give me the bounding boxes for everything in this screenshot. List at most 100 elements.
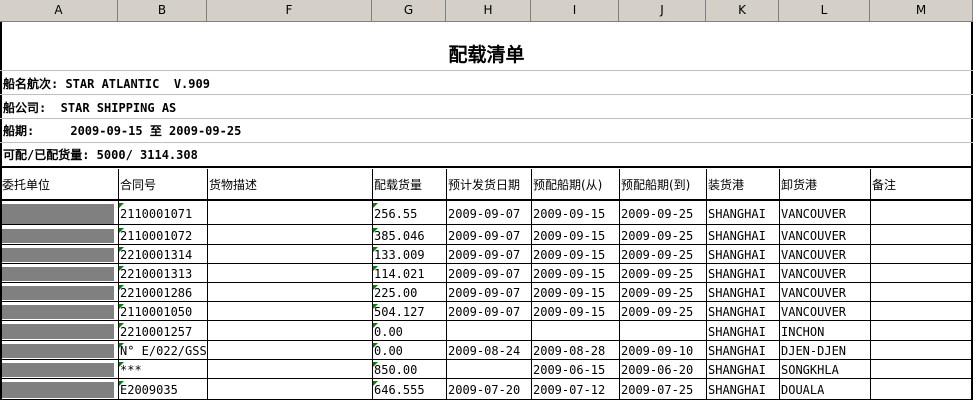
qty-cell[interactable]: 0.00 (372, 342, 446, 360)
column-header-g[interactable]: G (372, 0, 446, 21)
qty-cell[interactable]: 646.555 (372, 380, 446, 400)
ship_date-cell[interactable] (446, 361, 531, 379)
from-cell[interactable]: 2009-09-15 (531, 284, 619, 302)
consignor-cell[interactable] (0, 303, 118, 321)
load-cell[interactable]: SHANGHAI (706, 380, 779, 400)
header-cell[interactable]: 预配船期(从) (531, 169, 619, 199)
ship_date-cell[interactable] (446, 322, 531, 341)
contract-cell[interactable]: N° E/022/GSS/ (118, 342, 207, 360)
from-cell[interactable]: 2009-09-15 (531, 246, 619, 264)
desc-cell[interactable] (207, 246, 372, 264)
discharge-cell[interactable]: VANCOUVER (779, 265, 870, 283)
header-cell[interactable]: 备注 (870, 169, 973, 199)
contract-cell[interactable]: 2210001314 (118, 246, 207, 264)
contract-cell[interactable]: *** (118, 361, 207, 379)
desc-cell[interactable] (207, 361, 372, 379)
to-cell[interactable]: 2009-06-20 (619, 361, 706, 379)
header-cell[interactable]: 装货港 (706, 169, 779, 199)
to-cell[interactable]: 2009-09-25 (619, 202, 706, 226)
column-header-l[interactable]: L (779, 0, 870, 21)
contract-cell[interactable]: 2210001257 (118, 322, 207, 341)
consignor-cell[interactable] (0, 202, 118, 226)
from-cell[interactable]: 2009-09-15 (531, 227, 619, 245)
discharge-cell[interactable]: VANCOUVER (779, 246, 870, 264)
header-cell[interactable]: 配载货量 (372, 169, 446, 199)
column-header-j[interactable]: J (619, 0, 706, 21)
note-cell[interactable] (870, 265, 973, 283)
load-cell[interactable]: SHANGHAI (706, 322, 779, 341)
desc-cell[interactable] (207, 202, 372, 226)
from-cell[interactable]: 2009-09-15 (531, 265, 619, 283)
to-cell[interactable]: 2009-09-25 (619, 246, 706, 264)
from-cell[interactable]: 2009-07-12 (531, 380, 619, 400)
consignor-cell[interactable] (0, 227, 118, 245)
to-cell[interactable]: 2009-09-25 (619, 284, 706, 302)
desc-cell[interactable] (207, 303, 372, 321)
ship_date-cell[interactable]: 2009-07-20 (446, 380, 531, 400)
note-cell[interactable] (870, 303, 973, 321)
from-cell[interactable]: 2009-08-28 (531, 342, 619, 360)
consignor-cell[interactable] (0, 380, 118, 400)
load-cell[interactable]: SHANGHAI (706, 265, 779, 283)
note-cell[interactable] (870, 361, 973, 379)
column-header-m[interactable]: M (870, 0, 973, 21)
from-cell[interactable]: 2009-06-15 (531, 361, 619, 379)
consignor-cell[interactable] (0, 342, 118, 360)
load-cell[interactable]: SHANGHAI (706, 246, 779, 264)
desc-cell[interactable] (207, 227, 372, 245)
discharge-cell[interactable]: DOUALA (779, 380, 870, 400)
discharge-cell[interactable]: VANCOUVER (779, 303, 870, 321)
consignor-cell[interactable] (0, 246, 118, 264)
to-cell[interactable]: 2009-09-25 (619, 265, 706, 283)
contract-cell[interactable]: 2210001313 (118, 265, 207, 283)
consignor-cell[interactable] (0, 284, 118, 302)
note-cell[interactable] (870, 246, 973, 264)
desc-cell[interactable] (207, 265, 372, 283)
load-cell[interactable]: SHANGHAI (706, 202, 779, 226)
to-cell[interactable]: 2009-09-10 (619, 342, 706, 360)
qty-cell[interactable]: 850.00 (372, 361, 446, 379)
header-cell[interactable]: 预配船期(到) (619, 169, 706, 199)
from-cell[interactable]: 2009-09-15 (531, 303, 619, 321)
consignor-cell[interactable] (0, 322, 118, 341)
contract-cell[interactable]: E2009035 (118, 380, 207, 400)
note-cell[interactable] (870, 342, 973, 360)
discharge-cell[interactable]: SONGKHLA (779, 361, 870, 379)
contract-cell[interactable]: 2110001071 (118, 202, 207, 226)
header-cell[interactable]: 合同号 (118, 169, 207, 199)
ship_date-cell[interactable]: 2009-09-07 (446, 265, 531, 283)
ship_date-cell[interactable]: 2009-09-07 (446, 303, 531, 321)
note-cell[interactable] (870, 227, 973, 245)
discharge-cell[interactable]: INCHON (779, 322, 870, 341)
load-cell[interactable]: SHANGHAI (706, 284, 779, 302)
qty-cell[interactable]: 133.009 (372, 246, 446, 264)
desc-cell[interactable] (207, 322, 372, 341)
load-cell[interactable]: SHANGHAI (706, 342, 779, 360)
column-header-k[interactable]: K (706, 0, 779, 21)
qty-cell[interactable]: 114.021 (372, 265, 446, 283)
discharge-cell[interactable]: VANCOUVER (779, 227, 870, 245)
desc-cell[interactable] (207, 380, 372, 400)
column-header-i[interactable]: I (531, 0, 619, 21)
contract-cell[interactable]: 2110001050 (118, 303, 207, 321)
ship_date-cell[interactable]: 2009-09-07 (446, 246, 531, 264)
consignor-cell[interactable] (0, 361, 118, 379)
to-cell[interactable] (619, 322, 706, 341)
load-cell[interactable]: SHANGHAI (706, 227, 779, 245)
note-cell[interactable] (870, 202, 973, 226)
discharge-cell[interactable]: DJEN-DJEN (779, 342, 870, 360)
discharge-cell[interactable]: VANCOUVER (779, 202, 870, 226)
discharge-cell[interactable]: VANCOUVER (779, 284, 870, 302)
qty-cell[interactable]: 504.127 (372, 303, 446, 321)
ship_date-cell[interactable]: 2009-09-07 (446, 227, 531, 245)
header-cell[interactable]: 预计发货日期 (446, 169, 531, 199)
to-cell[interactable]: 2009-07-25 (619, 380, 706, 400)
column-header-b[interactable]: B (118, 0, 207, 21)
contract-cell[interactable]: 2110001072 (118, 227, 207, 245)
desc-cell[interactable] (207, 284, 372, 302)
qty-cell[interactable]: 225.00 (372, 284, 446, 302)
qty-cell[interactable]: 385.046 (372, 227, 446, 245)
from-cell[interactable]: 2009-09-15 (531, 202, 619, 226)
desc-cell[interactable] (207, 342, 372, 360)
to-cell[interactable]: 2009-09-25 (619, 227, 706, 245)
